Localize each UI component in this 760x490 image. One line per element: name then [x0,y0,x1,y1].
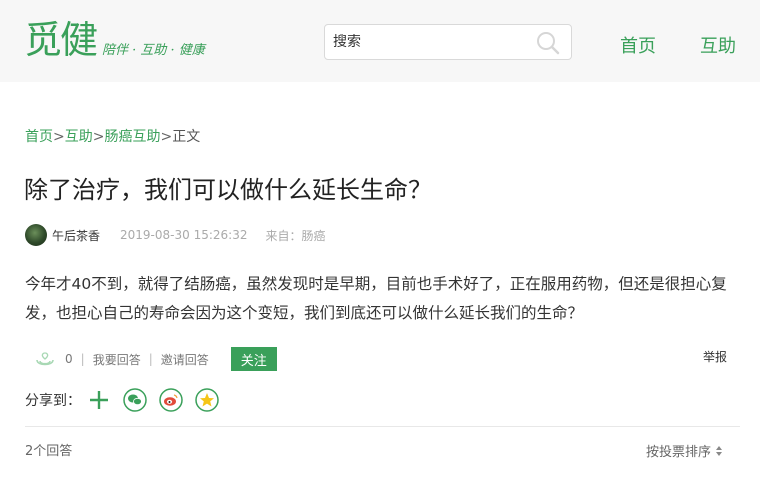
nav-hudong-link[interactable]: 互助 [700,32,736,58]
breadcrumb-separator: > [160,129,173,145]
page-title: 除了治疗，我们可以做什么延长生命？ [24,176,432,204]
author-name[interactable]: 午后茶香 [52,227,100,244]
search-icon[interactable] [535,30,561,56]
divider: | [148,352,153,366]
breadcrumb-colon-cancer[interactable]: 肠癌互助 [104,129,160,145]
like-count: 0 [65,352,73,366]
search-input[interactable] [333,34,533,50]
breadcrumb-separator: > [92,129,105,145]
nav-home-link[interactable]: 首页 [620,32,656,58]
report-link[interactable]: 举报 [703,348,727,365]
logo-slogan: 陪伴 · 互助 · 健康 [102,43,205,58]
avatar[interactable] [25,224,47,246]
site-logo[interactable]: 觅健 陪伴 · 互助 · 健康 [24,18,205,62]
section-divider [25,426,740,427]
breadcrumb-home[interactable]: 首页 [25,129,53,145]
sort-label: 按投票排序 [646,445,712,460]
post-date: 2019-08-30 15:26:32 [120,228,248,242]
invite-answer-link[interactable]: 邀请回答 [161,351,209,368]
like-icon[interactable] [33,347,57,371]
answer-link[interactable]: 我要回答 [93,351,141,368]
sort-arrows-icon [716,445,723,456]
post-source: 来自：肠癌 [265,228,326,243]
article-body: 今年才40不到，就得了结肠癌，虽然发现时是早期，目前也手术好了，正在服用药物，但… [25,275,727,322]
divider: | [80,352,85,366]
breadcrumb: 首页>互助>肠癌互助>正文 [25,126,200,146]
qzone-icon[interactable] [195,388,219,412]
article-meta: 午后茶香 2019-08-30 15:26:32 来自：肠癌 [25,224,325,246]
breadcrumb-hudong[interactable]: 互助 [65,129,93,145]
breadcrumb-separator: > [53,129,65,145]
wechat-icon[interactable] [123,388,147,412]
sort-dropdown[interactable]: 按投票排序 [646,441,723,460]
breadcrumb-current: 正文 [172,129,201,145]
plus-icon[interactable] [87,388,111,412]
follow-button[interactable]: 关注 [230,347,277,371]
share-bar: 分享到： [25,388,219,412]
action-bar: 0 | 我要回答 | 邀请回答 关注 [33,346,277,372]
weibo-icon[interactable] [159,388,183,412]
answer-count: 2个回答 [25,444,73,459]
share-label: 分享到： [25,393,81,409]
search-box [324,24,572,60]
logo-text: 觅健 [24,18,98,62]
site-header: 觅健 陪伴 · 互助 · 健康 首页 互助 [0,0,760,82]
